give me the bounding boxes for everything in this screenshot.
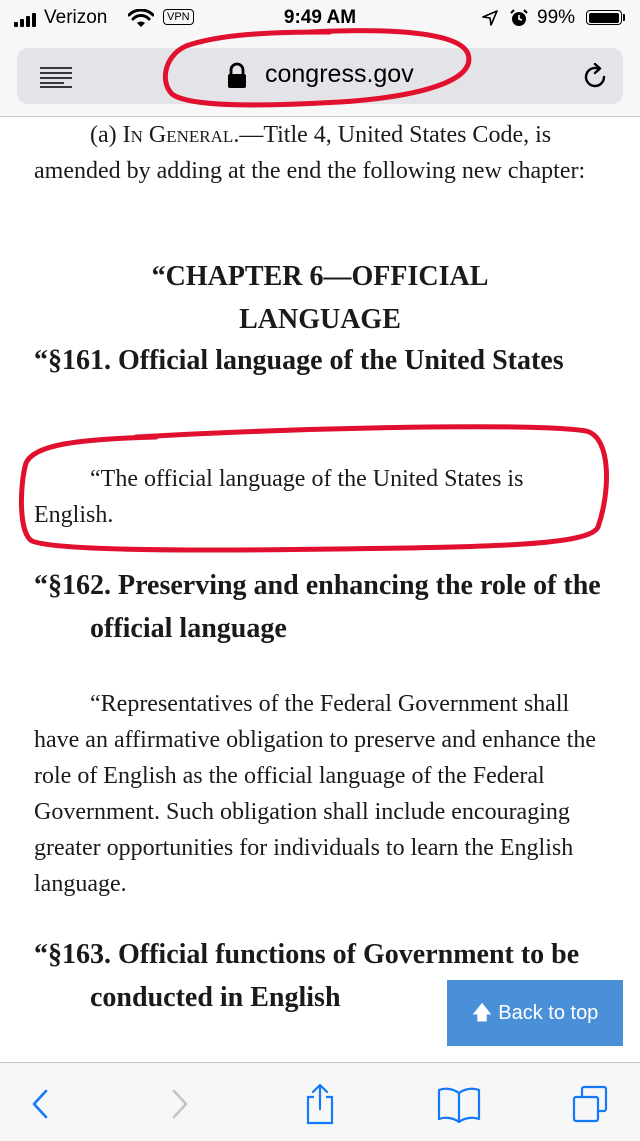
location-arrow-icon <box>482 10 498 26</box>
back-to-top-button[interactable]: 🡅 Back to top <box>447 980 623 1046</box>
battery-cap <box>623 14 625 21</box>
reader-view-icon[interactable] <box>39 66 73 88</box>
share-icon[interactable] <box>300 1083 340 1125</box>
browser-address-bar: congress.gov <box>0 38 640 117</box>
intro-paragraph: (a) In General.—Title 4, United States C… <box>34 122 586 184</box>
url-field[interactable]: congress.gov <box>17 48 623 104</box>
battery-icon <box>586 10 622 25</box>
bookmarks-icon[interactable] <box>436 1083 482 1125</box>
url-text: congress.gov <box>265 60 414 88</box>
forward-arrow-icon[interactable] <box>160 1083 200 1125</box>
reload-icon[interactable] <box>582 63 610 91</box>
section-162-body: “Representatives of the Federal Governme… <box>34 691 596 897</box>
status-bar: Verizon VPN 9:49 AM 99% <box>0 0 640 38</box>
lock-icon <box>228 62 246 88</box>
section-161-heading: “§161. Official language of the United S… <box>34 345 564 376</box>
tabs-icon[interactable] <box>570 1083 610 1125</box>
battery-percent: 99% <box>537 7 576 28</box>
chapter-heading: “CHAPTER 6—OFFICIAL LANGUAGE <box>151 261 489 335</box>
section-161-body: “The official language of the United Sta… <box>34 466 524 528</box>
section-162-heading: “§162. Preserving and enhancing the role… <box>34 570 601 644</box>
arrow-up-icon: 🡅 <box>471 1002 493 1024</box>
document-content: (a) In General.—Title 4, United States C… <box>0 117 640 1060</box>
alarm-clock-icon <box>510 9 528 26</box>
browser-toolbar <box>0 1062 640 1141</box>
back-arrow-icon[interactable] <box>20 1083 60 1125</box>
